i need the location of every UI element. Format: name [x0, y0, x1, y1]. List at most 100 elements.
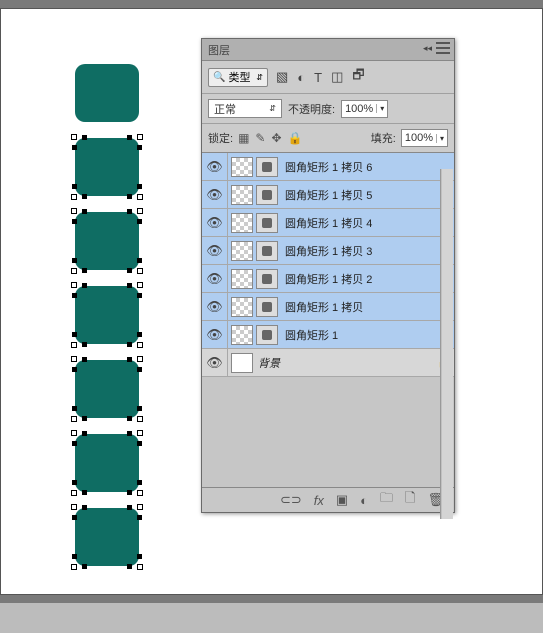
- handle-icon[interactable]: [137, 282, 143, 288]
- anchor-icon[interactable]: [137, 406, 142, 411]
- anchor-icon[interactable]: [82, 357, 87, 362]
- new-group-icon[interactable]: 🗀: [380, 489, 393, 511]
- layer-row[interactable]: 👁 圆角矩形 1: [202, 321, 454, 349]
- anchor-icon[interactable]: [127, 194, 132, 199]
- anchor-icon[interactable]: [72, 258, 77, 263]
- handle-icon[interactable]: [71, 416, 77, 422]
- anchor-icon[interactable]: [72, 554, 77, 559]
- rounded-rect-2[interactable]: [75, 138, 139, 196]
- lock-transparency-icon[interactable]: ▦: [238, 131, 249, 145]
- anchor-icon[interactable]: [137, 480, 142, 485]
- layer-row[interactable]: 👁 圆角矩形 1 拷贝 4: [202, 209, 454, 237]
- anchor-icon[interactable]: [72, 145, 77, 150]
- handle-icon[interactable]: [137, 208, 143, 214]
- anchor-icon[interactable]: [82, 431, 87, 436]
- anchor-icon[interactable]: [82, 342, 87, 347]
- handle-icon[interactable]: [71, 356, 77, 362]
- anchor-icon[interactable]: [127, 135, 132, 140]
- layer-thumbnail[interactable]: [231, 213, 253, 233]
- layer-thumbnail[interactable]: [231, 325, 253, 345]
- anchor-icon[interactable]: [137, 515, 142, 520]
- layer-thumbnail[interactable]: [231, 157, 253, 177]
- layer-mask-icon[interactable]: ▣: [336, 492, 348, 508]
- anchor-icon[interactable]: [137, 367, 142, 372]
- layer-thumbnail[interactable]: [231, 269, 253, 289]
- handle-icon[interactable]: [137, 268, 143, 274]
- filter-type-icon[interactable]: T: [314, 70, 322, 85]
- anchor-icon[interactable]: [127, 564, 132, 569]
- anchor-icon[interactable]: [137, 554, 142, 559]
- layer-name[interactable]: 背景: [256, 355, 434, 371]
- handle-icon[interactable]: [137, 134, 143, 140]
- handle-icon[interactable]: [71, 282, 77, 288]
- handle-icon[interactable]: [137, 504, 143, 510]
- anchor-icon[interactable]: [72, 406, 77, 411]
- visibility-toggle[interactable]: 👁: [202, 265, 228, 292]
- visibility-toggle[interactable]: 👁: [202, 209, 228, 236]
- filter-pixel-icon[interactable]: ▧: [276, 69, 288, 85]
- visibility-toggle[interactable]: 👁: [202, 237, 228, 264]
- anchor-icon[interactable]: [82, 416, 87, 421]
- layer-row-background[interactable]: 👁 背景 🔒: [202, 349, 454, 377]
- anchor-icon[interactable]: [72, 515, 77, 520]
- visibility-toggle[interactable]: 👁: [202, 321, 228, 348]
- anchor-icon[interactable]: [137, 258, 142, 263]
- anchor-icon[interactable]: [72, 332, 77, 337]
- vector-mask-thumbnail[interactable]: [256, 297, 278, 317]
- visibility-toggle[interactable]: 👁: [202, 153, 228, 180]
- panel-scrollbar[interactable]: [440, 169, 453, 519]
- anchor-icon[interactable]: [127, 431, 132, 436]
- anchor-icon[interactable]: [127, 357, 132, 362]
- handle-icon[interactable]: [137, 490, 143, 496]
- anchor-icon[interactable]: [82, 490, 87, 495]
- handle-icon[interactable]: [137, 194, 143, 200]
- rounded-rect-7[interactable]: [75, 508, 139, 566]
- anchor-icon[interactable]: [72, 219, 77, 224]
- layer-row[interactable]: 👁 圆角矩形 1 拷贝: [202, 293, 454, 321]
- handle-icon[interactable]: [137, 564, 143, 570]
- layer-thumbnail[interactable]: [231, 185, 253, 205]
- anchor-icon[interactable]: [137, 293, 142, 298]
- anchor-icon[interactable]: [137, 145, 142, 150]
- layer-row[interactable]: 👁 圆角矩形 1 拷贝 5: [202, 181, 454, 209]
- anchor-icon[interactable]: [72, 293, 77, 298]
- handle-icon[interactable]: [71, 564, 77, 570]
- blend-mode-select[interactable]: 正常 ⇵: [208, 99, 282, 118]
- link-layers-icon[interactable]: ⊂⊃: [280, 492, 302, 508]
- anchor-icon[interactable]: [82, 209, 87, 214]
- handle-icon[interactable]: [71, 342, 77, 348]
- anchor-icon[interactable]: [127, 342, 132, 347]
- anchor-icon[interactable]: [137, 441, 142, 446]
- handle-icon[interactable]: [137, 342, 143, 348]
- anchor-icon[interactable]: [72, 367, 77, 372]
- layer-thumbnail[interactable]: [231, 297, 253, 317]
- fill-input[interactable]: 100% ▾: [401, 129, 448, 147]
- visibility-toggle[interactable]: 👁: [202, 349, 228, 376]
- layer-name[interactable]: 圆角矩形 1: [283, 327, 454, 343]
- handle-icon[interactable]: [71, 208, 77, 214]
- scrollbar-thumb[interactable]: [442, 169, 453, 519]
- adjustment-layer-icon[interactable]: ◐: [360, 493, 368, 508]
- lock-all-icon[interactable]: 🔒: [288, 131, 303, 145]
- layer-name[interactable]: 圆角矩形 1 拷贝 4: [283, 215, 454, 231]
- rounded-rect-6[interactable]: [75, 434, 139, 492]
- filter-adjust-icon[interactable]: ◐: [297, 70, 305, 85]
- vector-mask-thumbnail[interactable]: [256, 157, 278, 177]
- anchor-icon[interactable]: [72, 184, 77, 189]
- lock-pixels-icon[interactable]: ✎: [255, 131, 265, 145]
- anchor-icon[interactable]: [82, 135, 87, 140]
- rounded-rect-3[interactable]: [75, 212, 139, 270]
- vector-mask-thumbnail[interactable]: [256, 213, 278, 233]
- vector-mask-thumbnail[interactable]: [256, 269, 278, 289]
- visibility-toggle[interactable]: 👁: [202, 181, 228, 208]
- layer-row[interactable]: 👁 圆角矩形 1 拷贝 6: [202, 153, 454, 181]
- layer-row[interactable]: 👁 圆角矩形 1 拷贝 3: [202, 237, 454, 265]
- anchor-icon[interactable]: [127, 268, 132, 273]
- vector-mask-thumbnail[interactable]: [256, 185, 278, 205]
- anchor-icon[interactable]: [127, 505, 132, 510]
- anchor-icon[interactable]: [72, 441, 77, 446]
- visibility-toggle[interactable]: 👁: [202, 293, 228, 320]
- layer-name[interactable]: 圆角矩形 1 拷贝 2: [283, 271, 454, 287]
- handle-icon[interactable]: [71, 430, 77, 436]
- handle-icon[interactable]: [137, 356, 143, 362]
